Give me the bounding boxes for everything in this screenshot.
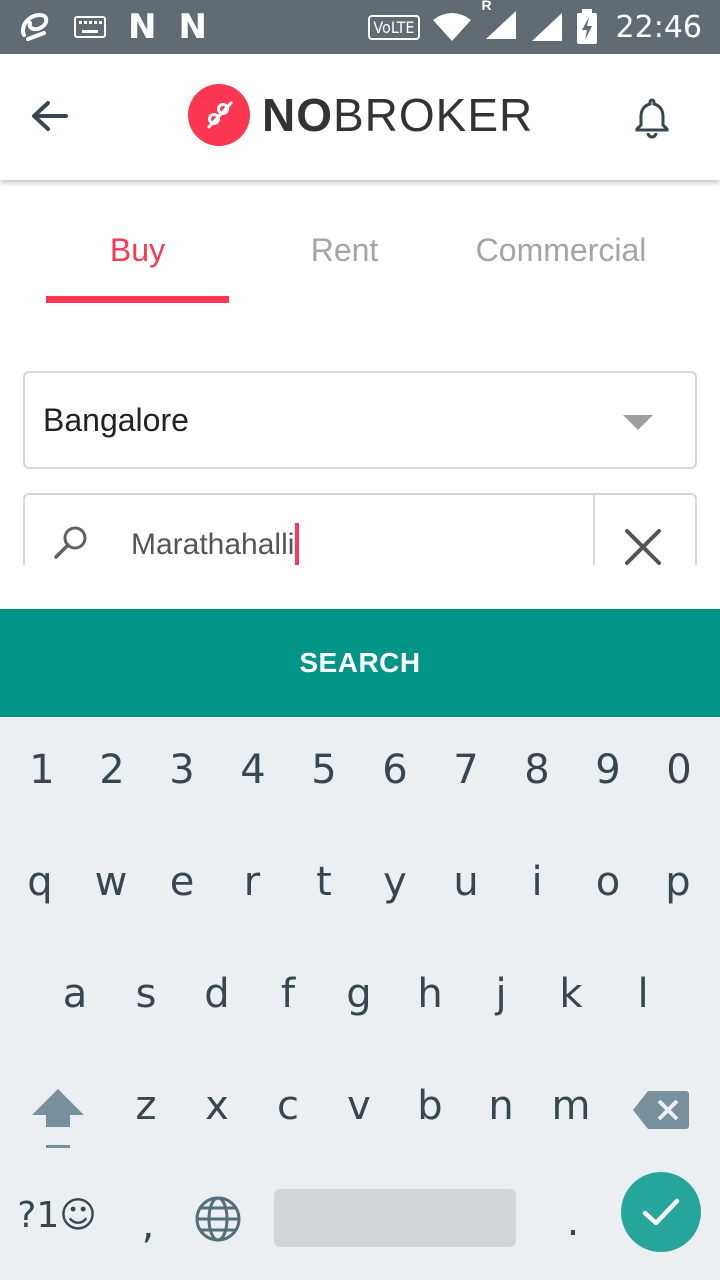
key-x[interactable]: x xyxy=(187,1083,247,1129)
key-m[interactable]: m xyxy=(541,1083,601,1129)
wifi-icon xyxy=(432,13,471,41)
key-r[interactable]: r xyxy=(222,859,282,905)
logo-wordmark: NOBROKER xyxy=(262,89,534,141)
status-bar: N N VoLTE R 22:46 xyxy=(0,0,720,54)
tab-commercial[interactable]: Commercial xyxy=(452,232,670,269)
key-g[interactable]: g xyxy=(329,971,389,1017)
key-t[interactable]: t xyxy=(294,859,354,905)
search-icon xyxy=(54,526,87,559)
globe-icon xyxy=(195,1196,241,1242)
key-z[interactable]: z xyxy=(116,1083,176,1129)
nobroker-logo: NOBROKER xyxy=(188,84,533,146)
dropdown-arrow-icon xyxy=(623,415,653,430)
key-a[interactable]: a xyxy=(45,971,105,1017)
logo-mark-icon xyxy=(188,84,250,146)
clock: 22:46 xyxy=(615,9,702,45)
app-bar: NOBROKER xyxy=(0,54,720,180)
key-e[interactable]: e xyxy=(152,859,212,905)
divider xyxy=(593,495,595,565)
key-0[interactable]: 0 xyxy=(649,747,709,793)
city-dropdown[interactable]: Bangalore xyxy=(23,371,697,469)
key-u[interactable]: u xyxy=(436,859,496,905)
clear-icon[interactable] xyxy=(621,525,665,565)
keyboard-icon xyxy=(74,16,106,38)
key-j[interactable]: j xyxy=(471,971,531,1017)
key-p[interactable]: p xyxy=(648,859,708,905)
key-l[interactable]: l xyxy=(613,971,673,1017)
key-5[interactable]: 5 xyxy=(294,747,354,793)
airtel-icon xyxy=(21,12,49,41)
notification-n-icon: N xyxy=(128,7,157,47)
tab-rent[interactable]: Rent xyxy=(253,232,436,269)
soft-keyboard: 1 2 3 4 5 6 7 8 9 0 q w e r t y u i o p … xyxy=(0,717,720,1280)
key-4[interactable]: 4 xyxy=(223,747,283,793)
volte-badge: VoLTE xyxy=(368,14,420,40)
key-w[interactable]: w xyxy=(81,859,141,905)
backspace-icon xyxy=(633,1091,689,1129)
search-button[interactable]: SEARCH xyxy=(0,609,720,717)
key-f[interactable]: f xyxy=(258,971,318,1017)
battery-charging-icon xyxy=(576,9,597,44)
notifications-button[interactable] xyxy=(628,94,676,142)
active-tab-indicator xyxy=(46,296,229,303)
key-9[interactable]: 9 xyxy=(578,747,638,793)
key-2[interactable]: 2 xyxy=(82,747,142,793)
key-comma[interactable]: , xyxy=(118,1202,178,1248)
locality-search-input[interactable]: Marathahalli xyxy=(131,523,300,565)
key-q[interactable]: q xyxy=(10,859,70,905)
search-input-value: Marathahalli xyxy=(131,528,295,561)
key-y[interactable]: y xyxy=(365,859,425,905)
key-3[interactable]: 3 xyxy=(152,747,212,793)
key-6[interactable]: 6 xyxy=(365,747,425,793)
signal-icon xyxy=(531,13,562,41)
back-button[interactable] xyxy=(26,92,74,140)
property-type-tabs: Buy Rent Commercial xyxy=(0,210,720,310)
key-k[interactable]: k xyxy=(541,971,601,1017)
arrow-left-icon xyxy=(32,101,68,131)
key-v[interactable]: v xyxy=(329,1083,389,1129)
locality-search-box: Marathahalli xyxy=(23,493,697,565)
key-8[interactable]: 8 xyxy=(507,747,567,793)
key-i[interactable]: i xyxy=(507,859,567,905)
key-c[interactable]: c xyxy=(258,1083,318,1129)
enter-key[interactable] xyxy=(621,1172,701,1252)
language-key[interactable] xyxy=(194,1195,242,1243)
key-n[interactable]: n xyxy=(471,1083,531,1129)
key-h[interactable]: h xyxy=(400,971,460,1017)
key-b[interactable]: b xyxy=(400,1083,460,1129)
symbols-key[interactable]: ?1☺ xyxy=(14,1195,100,1236)
signal-roaming-icon: R xyxy=(482,0,518,46)
bell-icon xyxy=(635,98,669,139)
shift-icon xyxy=(32,1089,84,1148)
notification-n-icon: N xyxy=(178,7,207,47)
tab-buy[interactable]: Buy xyxy=(46,232,229,269)
key-1[interactable]: 1 xyxy=(12,747,72,793)
spacebar[interactable] xyxy=(274,1189,516,1247)
text-cursor xyxy=(295,523,300,565)
key-period[interactable]: . xyxy=(543,1199,603,1245)
key-d[interactable]: d xyxy=(187,971,247,1017)
key-s[interactable]: s xyxy=(116,971,176,1017)
shift-key[interactable] xyxy=(28,1085,88,1155)
checkmark-icon xyxy=(642,1198,680,1226)
key-7[interactable]: 7 xyxy=(436,747,496,793)
city-selected-value: Bangalore xyxy=(43,401,189,438)
key-o[interactable]: o xyxy=(578,859,638,905)
backspace-key[interactable] xyxy=(632,1089,690,1131)
